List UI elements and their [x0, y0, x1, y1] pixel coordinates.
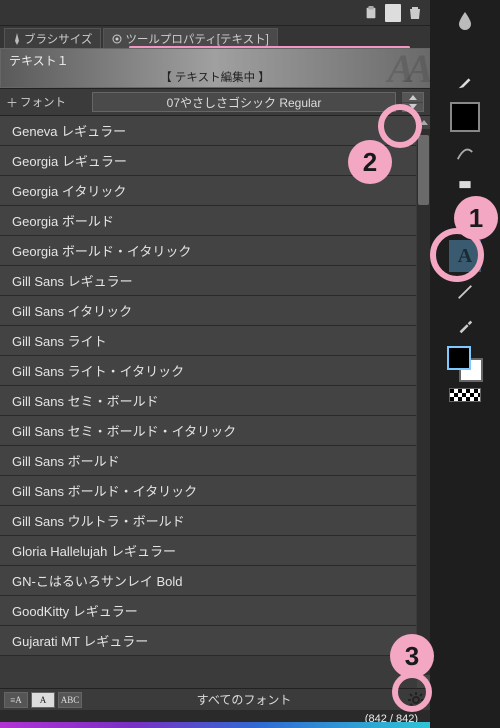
list-item[interactable]: GN-こはるいろサンレイ Bold [0, 566, 416, 596]
trash-icon[interactable] [406, 4, 424, 22]
list-item[interactable]: Georgia イタリック [0, 176, 416, 206]
list-item[interactable]: Gujarati MT レギュラー [0, 626, 416, 656]
scrollbar[interactable] [417, 116, 430, 688]
rect-icon[interactable] [451, 172, 479, 200]
scroll-up[interactable] [417, 116, 430, 129]
topbar [0, 0, 430, 26]
list-item[interactable]: Gill Sans ライト・イタリック [0, 356, 416, 386]
list-item[interactable]: Gill Sans セミ・ボールド・イタリック [0, 416, 416, 446]
list-item[interactable]: Gill Sans ボールド [0, 446, 416, 476]
clipboard-icon[interactable] [362, 4, 380, 22]
font-list-wrap: Geneva レギュラーGeorgia レギュラーGeorgia イタリックGe… [0, 116, 430, 688]
bottombar: ≡A A ABC すべてのフォント [0, 688, 430, 710]
list-item[interactable]: Gill Sans イタリック [0, 296, 416, 326]
font-stepper[interactable] [402, 92, 424, 112]
plus-icon[interactable]: ＋ [6, 94, 18, 111]
list-item[interactable]: Gill Sans レギュラー [0, 266, 416, 296]
list-item[interactable]: Georgia レギュラー [0, 146, 416, 176]
font-row: ＋ フォント 07やさしさゴシック Regular [0, 88, 430, 116]
list-item[interactable]: Gill Sans ライト [0, 326, 416, 356]
list-item[interactable]: Gloria Hallelujah レギュラー [0, 536, 416, 566]
mode-button-glyph[interactable]: A [31, 692, 55, 708]
right-toolbar: A [430, 0, 500, 728]
scroll-thumb[interactable] [418, 135, 429, 205]
list-item[interactable]: Georgia ボールド・イタリック [0, 236, 416, 266]
list-item[interactable]: GoodKitty レギュラー [0, 596, 416, 626]
list-item[interactable]: Gill Sans ウルトラ・ボールド [0, 506, 416, 536]
tab-brush-size[interactable]: ブラシサイズ [4, 28, 101, 48]
titlebar: テキスト１ 【 テキスト編集中 】 AA [0, 48, 430, 88]
mode-button-abc[interactable]: ABC [58, 692, 82, 708]
list-item[interactable]: Gill Sans ボールド・イタリック [0, 476, 416, 506]
gear-icon[interactable] [406, 691, 426, 709]
font-list[interactable]: Geneva レギュラーGeorgia レギュラーGeorgia イタリックGe… [0, 116, 416, 688]
transparency-swatch[interactable] [449, 388, 481, 402]
dropper-icon[interactable] [451, 312, 479, 340]
scroll-track[interactable] [417, 129, 430, 675]
scroll-down[interactable] [417, 675, 430, 688]
bottom-label: すべてのフォント [85, 691, 403, 708]
list-item[interactable]: Geneva レギュラー [0, 116, 416, 146]
list-item[interactable]: Georgia ボールド [0, 206, 416, 236]
page-icon[interactable] [384, 4, 402, 22]
fg-bg-colors[interactable] [447, 346, 483, 382]
list-item[interactable]: Gill Sans セミ・ボールド [0, 386, 416, 416]
text-tool[interactable]: A [449, 240, 481, 272]
stepper-down[interactable] [402, 103, 423, 112]
text-layer-name: テキスト１ [1, 49, 429, 69]
triangle-icon[interactable] [451, 206, 479, 234]
tabs: ブラシサイズ ツールプロパティ[テキスト] [0, 26, 430, 48]
font-select[interactable]: 07やさしさゴシック Regular [92, 92, 396, 112]
stepper-up[interactable] [402, 93, 423, 103]
fg-color[interactable] [447, 346, 471, 370]
font-selected-value: 07やさしさゴシック Regular [167, 94, 322, 111]
color-swatch[interactable] [450, 102, 480, 132]
tab-label: ツールプロパティ[テキスト] [125, 31, 268, 47]
tab-tool-property[interactable]: ツールプロパティ[テキスト] [103, 28, 277, 48]
line-icon[interactable] [451, 278, 479, 306]
editing-status: 【 テキスト編集中 】 [1, 69, 429, 87]
drop-icon[interactable] [451, 6, 479, 34]
mode-button-list[interactable]: ≡A [4, 692, 28, 708]
tab-label: ブラシサイズ [24, 31, 92, 47]
brush-icon[interactable] [451, 68, 479, 96]
font-label: ＋ フォント [6, 94, 86, 111]
accent-bar [0, 722, 430, 728]
curve-icon[interactable] [451, 138, 479, 166]
